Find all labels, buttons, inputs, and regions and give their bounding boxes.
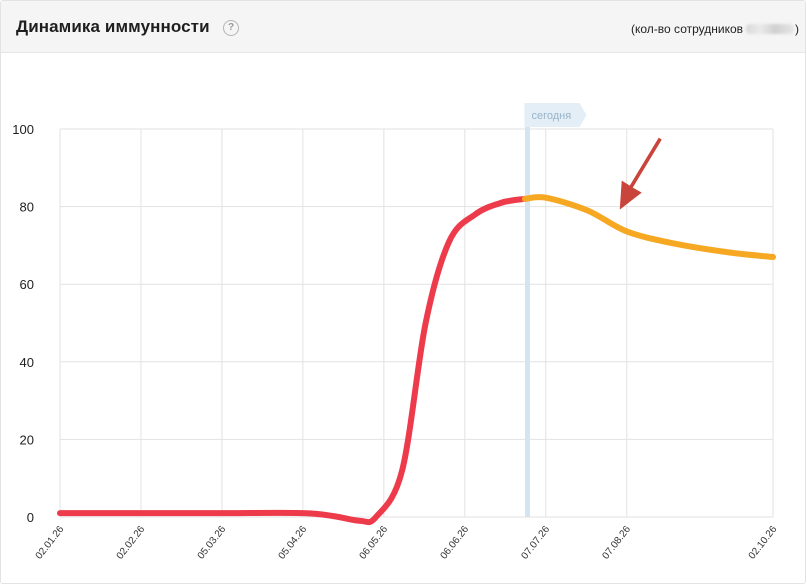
today-label: сегодня bbox=[531, 110, 571, 122]
series-line-0 bbox=[57, 195, 528, 526]
y-tick-label-0: 0 bbox=[27, 510, 34, 525]
y-tick-label-3: 60 bbox=[20, 277, 34, 292]
y-tick-label-1: 20 bbox=[20, 432, 34, 447]
x-tick-label-8: 02.10.26 bbox=[747, 524, 780, 562]
x-tick-label-2: 05.03.26 bbox=[196, 524, 229, 562]
immunity-chart: сегодня 0 20 40 60 80 100 02.01.26 02.02.26 05.… bbox=[12, 103, 780, 562]
x-tick-label-6: 07.07.26 bbox=[520, 524, 553, 562]
y-tick-label-5: 100 bbox=[12, 122, 34, 137]
x-tick-label-5: 06.06.26 bbox=[439, 524, 472, 562]
x-axis: 02.01.26 02.02.26 05.03.26 05.04.26 06.05.26… bbox=[34, 524, 780, 562]
chart-grid bbox=[59, 128, 774, 518]
chart-series bbox=[57, 194, 776, 526]
arrow-icon bbox=[619, 137, 662, 210]
x-tick-label-1: 02.02.26 bbox=[115, 524, 148, 562]
today-marker: сегодня bbox=[524, 103, 587, 517]
x-tick-label-4: 06.05.26 bbox=[358, 524, 391, 562]
y-tick-label-2: 40 bbox=[20, 355, 34, 370]
y-tick-label-4: 80 bbox=[20, 200, 34, 215]
x-tick-label-7: 07.08.26 bbox=[600, 524, 633, 562]
y-axis: 0 20 40 60 80 100 bbox=[12, 122, 34, 525]
x-tick-label-0: 02.01.26 bbox=[34, 524, 67, 562]
x-tick-label-3: 05.04.26 bbox=[277, 524, 310, 562]
series-line-1 bbox=[521, 194, 776, 261]
annotation-arrow bbox=[619, 137, 662, 210]
